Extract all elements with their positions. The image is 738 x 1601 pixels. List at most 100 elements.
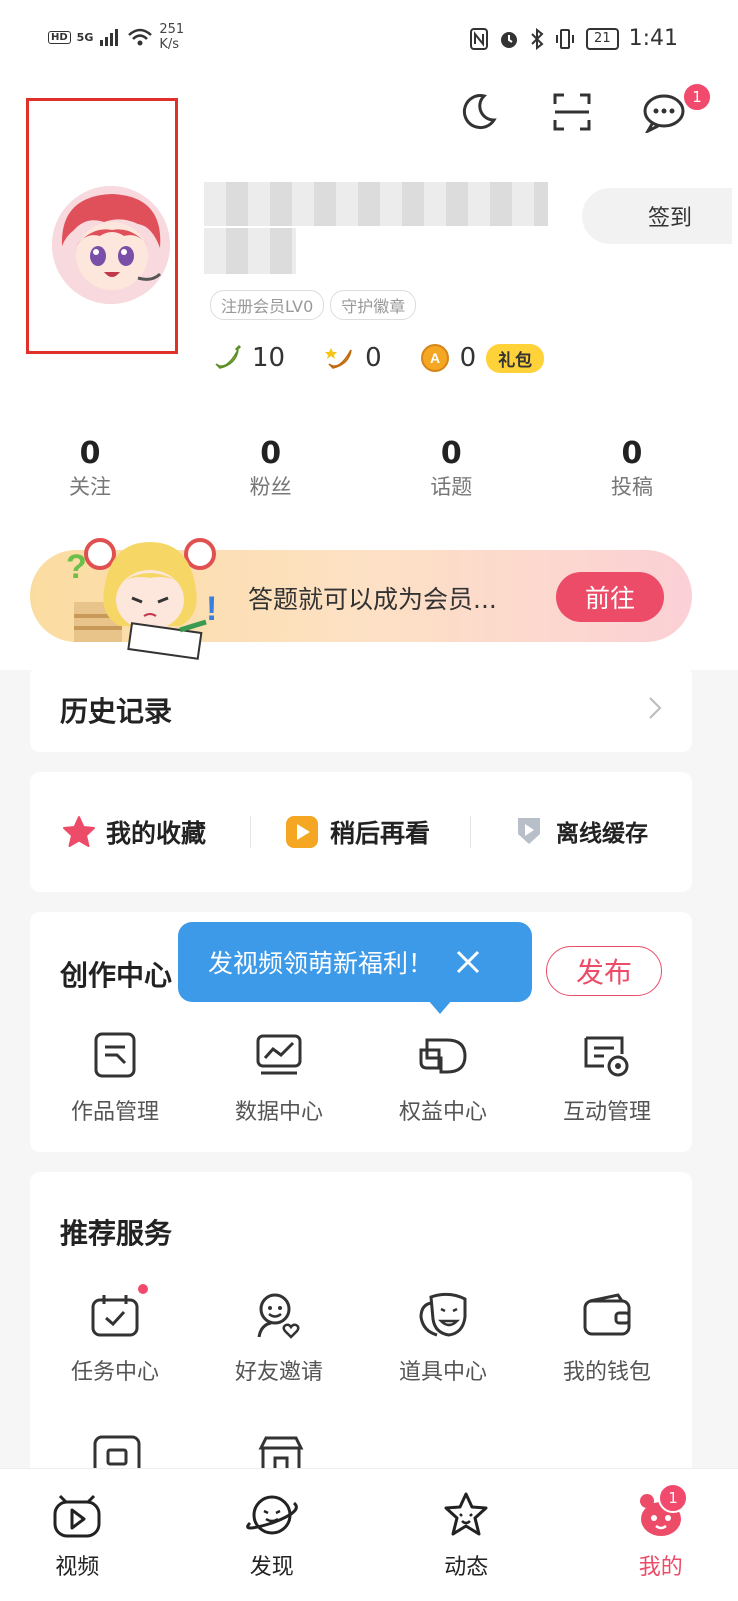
invite-friend-icon	[252, 1288, 306, 1342]
svg-text:!: !	[206, 590, 217, 628]
play-later-icon	[284, 814, 320, 850]
scan-icon[interactable]	[550, 90, 594, 134]
offline-cache-button[interactable]: 离线缓存	[512, 814, 648, 848]
tooltip-pointer	[428, 1000, 452, 1014]
notification-dot	[138, 1284, 148, 1294]
favorites-button[interactable]: 我的收藏	[62, 814, 206, 850]
invite-friends-item[interactable]: 好友邀请	[204, 1288, 354, 1386]
banner-text: 答题就可以成为会员...	[248, 585, 497, 614]
status-left: HD 5G 251 K/s	[48, 22, 184, 52]
currency-row: 10 0 A 0 礼包	[210, 342, 545, 374]
data-center-item[interactable]: 数据中心	[204, 1028, 354, 1126]
battery-icon: 21	[586, 27, 619, 50]
favorites-label: 我的收藏	[106, 819, 207, 848]
interaction-management-label: 互动管理	[562, 1100, 651, 1125]
me-tab-badge: 1	[658, 1483, 688, 1513]
golden-banana-count: 0	[365, 343, 382, 373]
services-grid: 任务中心 好友邀请 道具中心 我的钱包	[60, 1284, 662, 1386]
stat-topics[interactable]: 0 话题	[391, 436, 511, 501]
net-speed-unit: K/s	[159, 37, 180, 52]
works-management-item[interactable]: 作品管理	[40, 1028, 190, 1126]
quick-actions-card: 我的收藏 稍后再看 离线缓存	[30, 772, 692, 892]
services-card: 推荐服务 任务中心 好友邀请 道具中心 我的钱包	[30, 1172, 692, 1492]
task-center-label: 任务中心	[70, 1360, 159, 1385]
stat-label: 话题	[430, 475, 473, 499]
banner-go-label: 前往	[584, 584, 635, 613]
alarm-icon	[498, 28, 520, 50]
tab-me-label: 我的	[638, 1555, 683, 1580]
creation-title: 创作中心	[60, 959, 173, 992]
bluetooth-icon	[530, 27, 544, 50]
tab-moments[interactable]: 动态	[411, 1487, 521, 1581]
tab-row: 视频 发现 动态 我的	[0, 1487, 738, 1581]
avatar-highlight-box	[26, 98, 178, 354]
net-speed: 251 K/s	[159, 22, 184, 52]
mask-icon	[416, 1288, 470, 1342]
golden-banana-icon	[323, 342, 355, 374]
tab-moments-label: 动态	[444, 1555, 489, 1580]
interaction-icon	[580, 1028, 634, 1082]
night-mode-icon[interactable]	[456, 90, 500, 134]
tab-discover[interactable]: 发现	[217, 1487, 327, 1581]
star-icon	[62, 815, 96, 849]
hd-indicator: HD	[48, 30, 71, 44]
stat-following[interactable]: 0 关注	[30, 436, 150, 501]
history-card[interactable]: 历史记录	[30, 666, 692, 752]
stat-value: 0	[260, 436, 282, 471]
stat-submissions[interactable]: 0 投稿	[572, 436, 692, 501]
tab-video[interactable]: 视频	[22, 1487, 132, 1581]
rights-center-label: 权益中心	[398, 1100, 487, 1125]
new-creator-tooltip[interactable]: 发视频领萌新福利！	[178, 922, 532, 1002]
banana-count: 10	[252, 343, 286, 373]
checkin-button[interactable]: 签到	[582, 188, 732, 244]
stat-value: 0	[79, 436, 101, 471]
wallet-label: 我的钱包	[562, 1360, 651, 1385]
svg-text:?: ?	[66, 548, 87, 586]
close-icon[interactable]	[455, 949, 481, 975]
tab-discover-label: 发现	[249, 1555, 294, 1580]
works-icon	[88, 1028, 142, 1082]
stat-label: 投稿	[610, 475, 653, 499]
planet-tab-icon	[217, 1487, 327, 1543]
guard-badge-tag[interactable]: 守护徽章	[330, 290, 417, 320]
publish-button[interactable]: 发布	[546, 946, 662, 996]
divider	[470, 816, 471, 848]
banner-character-illustration: ? !	[60, 530, 230, 660]
stat-label: 粉丝	[249, 475, 292, 499]
nfc-icon	[470, 27, 489, 50]
banana-icon	[210, 342, 242, 374]
task-center-item[interactable]: 任务中心	[40, 1284, 190, 1386]
rights-center-item[interactable]: 权益中心	[368, 1028, 518, 1126]
checkin-label: 签到	[647, 206, 692, 231]
watch-later-label: 稍后再看	[330, 819, 431, 848]
gift-badge[interactable]: 礼包	[486, 343, 545, 373]
video-tab-icon	[22, 1487, 132, 1543]
wallet-item[interactable]: 我的钱包	[532, 1288, 682, 1386]
stat-value: 0	[440, 436, 462, 471]
publish-label: 发布	[575, 956, 632, 989]
divider	[250, 816, 251, 848]
tab-video-label: 视频	[55, 1555, 100, 1580]
message-icon[interactable]	[642, 90, 686, 134]
rights-icon	[416, 1028, 470, 1082]
stat-label: 关注	[69, 475, 111, 499]
svg-text:A: A	[430, 350, 440, 366]
download-icon	[512, 814, 546, 848]
stat-value: 0	[621, 436, 643, 471]
net-speed-value: 251	[159, 22, 185, 37]
bottom-tab-bar: 视频 发现 动态 我的 1	[0, 1468, 738, 1601]
services-title: 推荐服务	[60, 1217, 173, 1250]
interaction-management-item[interactable]: 互动管理	[532, 1028, 682, 1126]
banner-go-button[interactable]: 前往	[556, 572, 664, 622]
clock: 1:41	[628, 26, 678, 51]
status-right: 21 1:41	[470, 26, 678, 51]
props-center-item[interactable]: 道具中心	[368, 1288, 518, 1386]
props-center-label: 道具中心	[398, 1360, 487, 1385]
coin-count: 0	[459, 343, 477, 373]
username-blurred	[204, 182, 548, 226]
watch-later-button[interactable]: 稍后再看	[284, 814, 430, 850]
stat-fans[interactable]: 0 粉丝	[211, 436, 331, 501]
creation-grid: 作品管理 数据中心 权益中心 互动管理	[60, 1028, 662, 1126]
member-level-tag[interactable]: 注册会员LV0	[210, 290, 325, 320]
wallet-icon	[580, 1288, 634, 1342]
